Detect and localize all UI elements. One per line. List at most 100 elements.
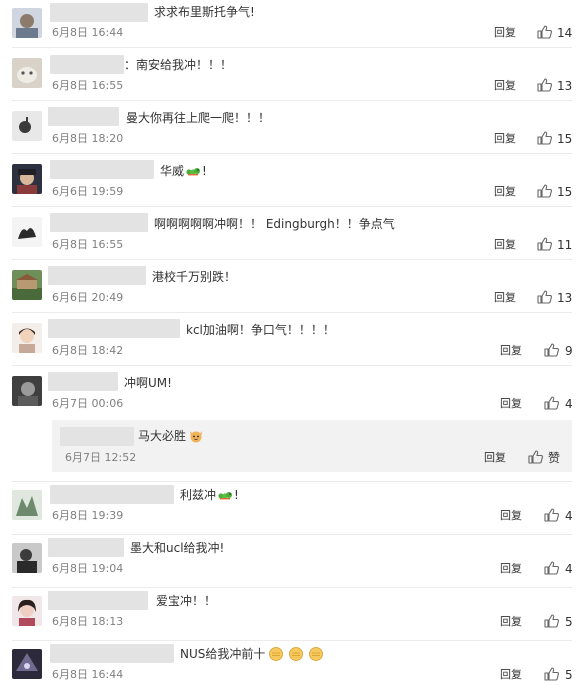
fist-emoji-icon <box>267 646 285 661</box>
like-count: 4 <box>565 509 573 523</box>
thumbs-up-icon[interactable] <box>544 667 559 681</box>
thumbs-up-icon[interactable] <box>537 290 552 304</box>
comment-text: 港校千万别跌！ <box>152 270 237 284</box>
username-redacted <box>50 55 124 74</box>
comment-text-suffix: ! <box>234 488 239 502</box>
reply-button[interactable]: 回复 <box>494 132 516 146</box>
thumbs-up-icon[interactable] <box>537 184 552 198</box>
fist-emoji-icon <box>307 646 325 661</box>
comment-time: 6月8日 16:55 <box>52 238 124 251</box>
like-count: 5 <box>565 615 573 629</box>
thumbs-up-icon[interactable] <box>537 237 552 251</box>
reply-button[interactable]: 回复 <box>494 26 516 40</box>
like-count: 15 <box>557 132 573 146</box>
sub-reply-like-label[interactable]: 赞 <box>548 451 560 465</box>
avatar[interactable] <box>12 111 42 141</box>
cat-emoji-icon <box>188 428 204 443</box>
like-count: 15 <box>557 185 573 199</box>
comment-item: 爱宝冲！！ 6月8日 18:13 回复 5 <box>0 588 584 641</box>
like-count: 9 <box>565 344 573 358</box>
like-count: 11 <box>557 238 573 252</box>
comment-text-main: 华威 <box>160 164 185 178</box>
comment-text-main: NUS给我冲前十 <box>180 647 266 661</box>
comment-item: NUS给我冲前十 6月8日 16:44 回复 5 <box>0 641 584 685</box>
comment-time: 6月8日 16:44 <box>52 26 124 39</box>
thumbs-up-icon[interactable] <box>544 508 559 522</box>
reply-button[interactable]: 回复 <box>500 562 522 576</box>
avatar[interactable] <box>12 164 42 194</box>
comment-text: 墨大和ucl给我冲! <box>130 541 225 555</box>
comment-time: 6月6日 19:59 <box>52 185 124 198</box>
reply-button[interactable]: 回复 <box>500 397 522 411</box>
sub-reply-button[interactable]: 回复 <box>484 451 506 465</box>
like-count: 5 <box>565 668 573 682</box>
avatar[interactable] <box>12 490 42 520</box>
reply-button[interactable]: 回复 <box>494 185 516 199</box>
thumbs-up-icon[interactable] <box>537 131 552 145</box>
like-count: 4 <box>565 397 573 411</box>
thumbs-up-icon[interactable] <box>537 78 552 92</box>
comment-text: 啊啊啊啊啊冲啊！！ Edingburgh！！争点气 <box>154 217 395 231</box>
avatar[interactable] <box>12 376 42 406</box>
comment-item: 墨大和ucl给我冲! 6月8日 19:04 回复 4 <box>0 535 584 588</box>
comment-text: 利兹冲! <box>180 487 239 503</box>
username-redacted <box>48 266 146 285</box>
sub-reply-text: 马大必胜 <box>138 428 204 444</box>
thumbs-up-icon[interactable] <box>544 614 559 628</box>
username-redacted <box>50 644 174 663</box>
username-redacted <box>50 213 148 232</box>
reply-button[interactable]: 回复 <box>500 344 522 358</box>
reply-button[interactable]: 回复 <box>494 79 516 93</box>
thumbs-up-icon[interactable] <box>544 343 559 357</box>
comment-time: 6月8日 19:39 <box>52 509 124 522</box>
username-redacted <box>48 372 118 391</box>
avatar[interactable] <box>12 58 42 88</box>
comment-item: 港校千万别跌！ 6月6日 20:49 回复 13 <box>0 260 584 313</box>
comment-item: 啊啊啊啊啊冲啊！！ Edingburgh！！争点气 6月8日 16:55 回复 … <box>0 207 584 260</box>
reply-button[interactable]: 回复 <box>494 291 516 305</box>
thumbs-up-icon[interactable] <box>537 25 552 39</box>
reply-button[interactable]: 回复 <box>494 238 516 252</box>
avatar[interactable] <box>12 8 42 38</box>
avatar[interactable] <box>12 270 42 300</box>
avatar[interactable] <box>12 596 42 626</box>
reply-button[interactable]: 回复 <box>500 615 522 629</box>
sub-reply-text-main: 马大必胜 <box>138 429 187 443</box>
reply-button[interactable]: 回复 <box>500 509 522 523</box>
username-redacted <box>50 485 174 504</box>
like-count: 4 <box>565 562 573 576</box>
comment-item: 华威! 6月6日 19:59 回复 15 <box>0 154 584 207</box>
username-redacted <box>50 160 154 179</box>
comment-time: 6月6日 20:49 <box>52 291 124 304</box>
username-redacted <box>48 591 148 610</box>
thumbs-up-icon[interactable] <box>528 450 543 464</box>
username-redacted <box>50 3 148 22</box>
thumbs-up-icon[interactable] <box>544 561 559 575</box>
avatar[interactable] <box>12 323 42 353</box>
comment-text: ：南安给我冲！！！ <box>124 58 233 72</box>
username-redacted <box>48 538 124 557</box>
comment-item: ：南安给我冲！！！ 6月8日 16:55 回复 13 <box>0 48 584 101</box>
comment-item: kcl加油啊！争口气！！！！ 6月8日 18:42 回复 9 <box>0 313 584 366</box>
thumbs-up-icon[interactable] <box>544 396 559 410</box>
comment-item: 求求布里斯托争气! 6月8日 16:44 回复 14 <box>0 0 584 48</box>
comment-text: kcl加油啊！争口气！！！！ <box>186 323 335 337</box>
avatar[interactable] <box>12 217 42 247</box>
comment-item: 曼大你再往上爬一爬！！！ 6月8日 18:20 回复 15 <box>0 101 584 154</box>
username-redacted <box>60 427 134 446</box>
comment-time: 6月8日 18:42 <box>52 344 124 357</box>
username-redacted <box>48 319 180 338</box>
comment-text-main: 利兹冲 <box>180 488 217 502</box>
avatar[interactable] <box>12 543 42 573</box>
comment-text: 曼大你再往上爬一爬！！！ <box>126 111 271 125</box>
comment-item: 利兹冲! 6月8日 19:39 回复 4 <box>0 482 584 535</box>
comment-text: 爱宝冲！！ <box>156 594 217 608</box>
username-redacted <box>48 107 119 126</box>
sub-reply-box: 马大必胜 6月7日 12:52 回复 赞 <box>52 420 572 472</box>
comment-text: 华威! <box>160 163 207 179</box>
caterpillar-emoji-icon <box>218 487 234 502</box>
comment-time: 6月7日 00:06 <box>52 397 124 410</box>
like-count: 13 <box>557 79 573 93</box>
reply-button[interactable]: 回复 <box>500 668 522 682</box>
avatar[interactable] <box>12 649 42 679</box>
